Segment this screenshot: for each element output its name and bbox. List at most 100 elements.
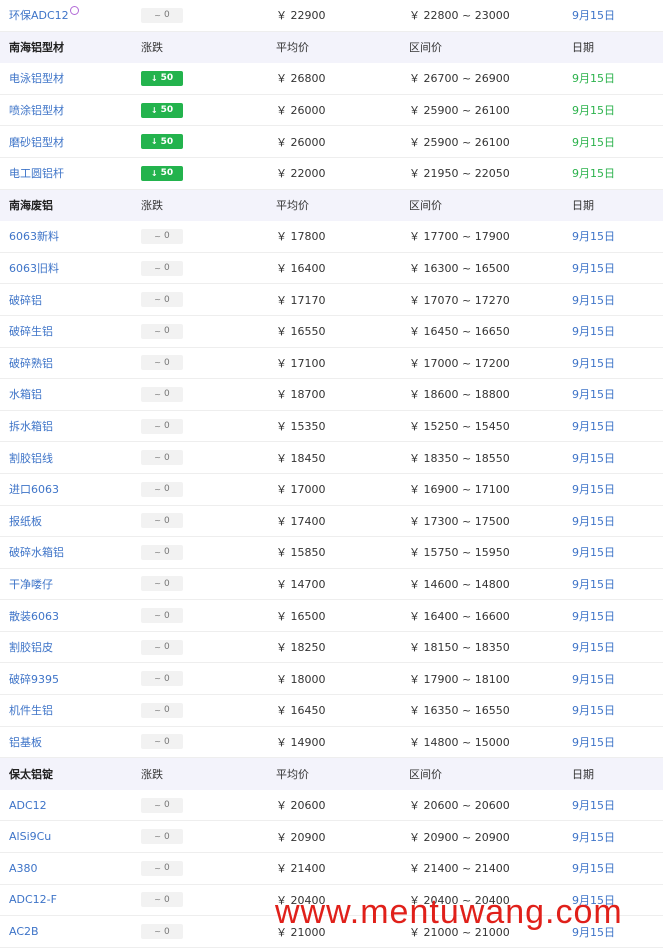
avg-price: ￥ 16450 — [276, 704, 326, 718]
table-row: 机件生铝 ~0 ￥ 16450 ￥ 16350 ~ 16550 9月15日 — [0, 695, 663, 727]
price-range: ￥ 14600 ~ 14800 — [409, 577, 510, 591]
avg-price: ￥ 17000 — [276, 483, 326, 497]
product-name-link[interactable]: 报纸板 — [9, 513, 42, 529]
price-range: ￥ 25900 ~ 26100 — [409, 104, 510, 118]
change-value: 0 — [163, 484, 170, 495]
change-value: 0 — [163, 863, 170, 874]
price-date: 9月15日 — [572, 262, 615, 276]
product-name-link[interactable]: 环保ADC12 — [9, 7, 69, 23]
product-name-link[interactable]: ADC12-F — [9, 893, 57, 906]
section-header: 保太铝锭 涨跌 平均价 区间价 日期 — [0, 758, 663, 790]
product-name-link[interactable]: 干净喽仔 — [9, 576, 53, 592]
product-name-link[interactable]: 破碎铝 — [9, 292, 42, 308]
product-name-link[interactable]: 6063旧料 — [9, 260, 59, 276]
product-name-link[interactable]: A380 — [9, 862, 38, 875]
change-flat-badge: ~0 — [141, 292, 183, 308]
avg-price: ￥ 20900 — [276, 830, 326, 844]
change-flat-badge: ~0 — [141, 228, 183, 244]
product-name-link[interactable]: AlSi9Cu — [9, 830, 51, 843]
product-name-link[interactable]: 割胶铝线 — [9, 450, 53, 466]
product-name-link[interactable]: 机件生铝 — [9, 702, 53, 718]
tag-icon — [69, 5, 79, 15]
table-row: 散装6063 ~0 ￥ 16500 ￥ 16400 ~ 16600 9月15日 — [0, 600, 663, 632]
avg-price: ￥ 18000 — [276, 672, 326, 686]
product-name-link[interactable]: 拆水箱铝 — [9, 418, 53, 434]
flat-icon: ~ — [154, 674, 161, 684]
product-name-link[interactable]: 破碎水箱铝 — [9, 544, 64, 560]
flat-icon: ~ — [154, 326, 161, 336]
product-name-link[interactable]: ADC12 — [9, 799, 47, 812]
flat-icon: ~ — [154, 737, 161, 747]
price-range: ￥ 18600 ~ 18800 — [409, 388, 510, 402]
price-date: 9月15日 — [572, 135, 615, 149]
price-date: 9月15日 — [572, 799, 615, 813]
change-flat-badge: ~0 — [141, 829, 183, 845]
arrow-down-icon: ↓ — [150, 168, 158, 178]
table-row: 环保ADC12 ~0 ￥ 22900 ￥ 22800 ~ 23000 9月15日 — [0, 0, 663, 32]
change-down-badge: ↓ 50 — [141, 102, 183, 118]
table-row: 6063旧料 ~0 ￥ 16400 ￥ 16300 ~ 16500 9月15日 — [0, 253, 663, 285]
product-name-link[interactable]: 水箱铝 — [9, 386, 42, 402]
change-value: 0 — [163, 10, 170, 21]
price-range: ￥ 26700 ~ 26900 — [409, 72, 510, 86]
column-date-header: 日期 — [572, 768, 594, 782]
product-name-link[interactable]: 散装6063 — [9, 608, 59, 624]
change-flat-badge: ~0 — [141, 513, 183, 529]
column-date-header: 日期 — [572, 199, 594, 213]
price-date: 9月15日 — [572, 672, 615, 686]
table-row: 电工圆铝杆 ↓ 50 ￥ 22000 ￥ 21950 ~ 22050 9月15日 — [0, 158, 663, 190]
table-row: A380 ~0 ￥ 21400 ￥ 21400 ~ 21400 9月15日 — [0, 853, 663, 885]
table-row: 水箱铝 ~0 ￥ 18700 ￥ 18600 ~ 18800 9月15日 — [0, 379, 663, 411]
product-name-link[interactable]: 喷涂铝型材 — [9, 102, 64, 118]
price-range: ￥ 17300 ~ 17500 — [409, 514, 510, 528]
price-range: ￥ 17900 ~ 18100 — [409, 672, 510, 686]
price-range: ￥ 17700 ~ 17900 — [409, 230, 510, 244]
price-date: 9月15日 — [572, 862, 615, 876]
price-range: ￥ 14800 ~ 15000 — [409, 735, 510, 749]
price-range: ￥ 16300 ~ 16500 — [409, 262, 510, 276]
flat-icon: ~ — [154, 705, 161, 715]
flat-icon: ~ — [154, 516, 161, 526]
table-row: 割胶铝皮 ~0 ￥ 18250 ￥ 18150 ~ 18350 9月15日 — [0, 632, 663, 664]
change-flat-badge: ~0 — [141, 481, 183, 497]
product-name-link[interactable]: 割胶铝皮 — [9, 639, 53, 655]
column-date-header: 日期 — [572, 41, 594, 55]
column-avg-header: 平均价 — [276, 768, 309, 782]
change-value: 0 — [163, 705, 170, 716]
product-name-link[interactable]: 电工圆铝杆 — [9, 165, 64, 181]
column-avg-header: 平均价 — [276, 41, 309, 55]
table-row: 割胶铝线 ~0 ￥ 18450 ￥ 18350 ~ 18550 9月15日 — [0, 442, 663, 474]
product-name-link[interactable]: 进口6063 — [9, 481, 59, 497]
avg-price: ￥ 15350 — [276, 420, 326, 434]
product-name-link[interactable]: 破碎生铝 — [9, 323, 53, 339]
price-date: 9月15日 — [572, 167, 615, 181]
change-flat-badge: ~0 — [141, 892, 183, 908]
change-value: 0 — [163, 642, 170, 653]
column-range-header: 区间价 — [409, 199, 442, 213]
price-date: 9月15日 — [572, 9, 615, 23]
section-header: 南海废铝 涨跌 平均价 区间价 日期 — [0, 189, 663, 222]
avg-price: ￥ 21400 — [276, 862, 326, 876]
product-name-link[interactable]: 磨砂铝型材 — [9, 134, 64, 150]
product-name-link[interactable]: 破碎熟铝 — [9, 355, 53, 371]
table-row: 破碎水箱铝 ~0 ￥ 15850 ￥ 15750 ~ 15950 9月15日 — [0, 537, 663, 569]
avg-price: ￥ 17100 — [276, 356, 326, 370]
product-name-link[interactable]: 电泳铝型材 — [9, 70, 64, 86]
change-down-badge: ↓ 50 — [141, 165, 183, 181]
product-name-link[interactable]: 破碎9395 — [9, 671, 59, 687]
flat-icon: ~ — [154, 800, 161, 810]
change-value: 0 — [163, 800, 170, 811]
table-row: 破碎铝 ~0 ￥ 17170 ￥ 17070 ~ 17270 9月15日 — [0, 284, 663, 316]
table-row: 喷涂铝型材 ↓ 50 ￥ 26000 ￥ 25900 ~ 26100 9月15日 — [0, 95, 663, 127]
product-name-link[interactable]: AC2B — [9, 925, 39, 938]
change-flat-badge: ~0 — [141, 608, 183, 624]
price-range: ￥ 16900 ~ 17100 — [409, 483, 510, 497]
product-name-link[interactable]: 铝基板 — [9, 734, 42, 750]
product-name-link[interactable]: 6063新料 — [9, 228, 59, 244]
avg-price: ￥ 17800 — [276, 230, 326, 244]
avg-price: ￥ 18450 — [276, 451, 326, 465]
change-flat-badge: ~0 — [141, 639, 183, 655]
table-row: 报纸板 ~0 ￥ 17400 ￥ 17300 ~ 17500 9月15日 — [0, 506, 663, 538]
price-range: ￥ 21950 ~ 22050 — [409, 167, 510, 181]
table-row: 破碎9395 ~0 ￥ 18000 ￥ 17900 ~ 18100 9月15日 — [0, 663, 663, 696]
